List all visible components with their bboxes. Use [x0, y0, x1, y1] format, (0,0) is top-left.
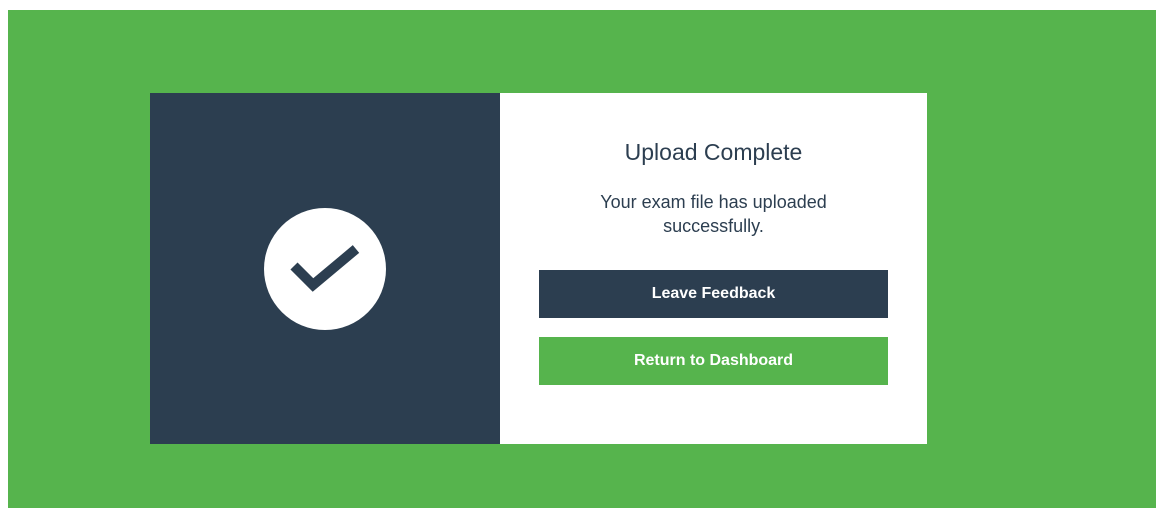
leave-feedback-button[interactable]: Leave Feedback: [539, 270, 888, 318]
checkmark-circle-icon: [264, 207, 386, 330]
success-icon-panel: [150, 93, 500, 444]
upload-complete-dialog: Upload Complete Your exam file has uploa…: [150, 93, 927, 444]
dialog-title: Upload Complete: [624, 139, 803, 165]
checkmark-icon: [290, 244, 360, 292]
dialog-content: Upload Complete Your exam file has uploa…: [500, 93, 927, 444]
dialog-message: Your exam file has uploaded successfully…: [600, 192, 827, 236]
return-to-dashboard-button[interactable]: Return to Dashboard: [539, 337, 888, 385]
page-background: Upload Complete Your exam file has uploa…: [8, 10, 1156, 508]
